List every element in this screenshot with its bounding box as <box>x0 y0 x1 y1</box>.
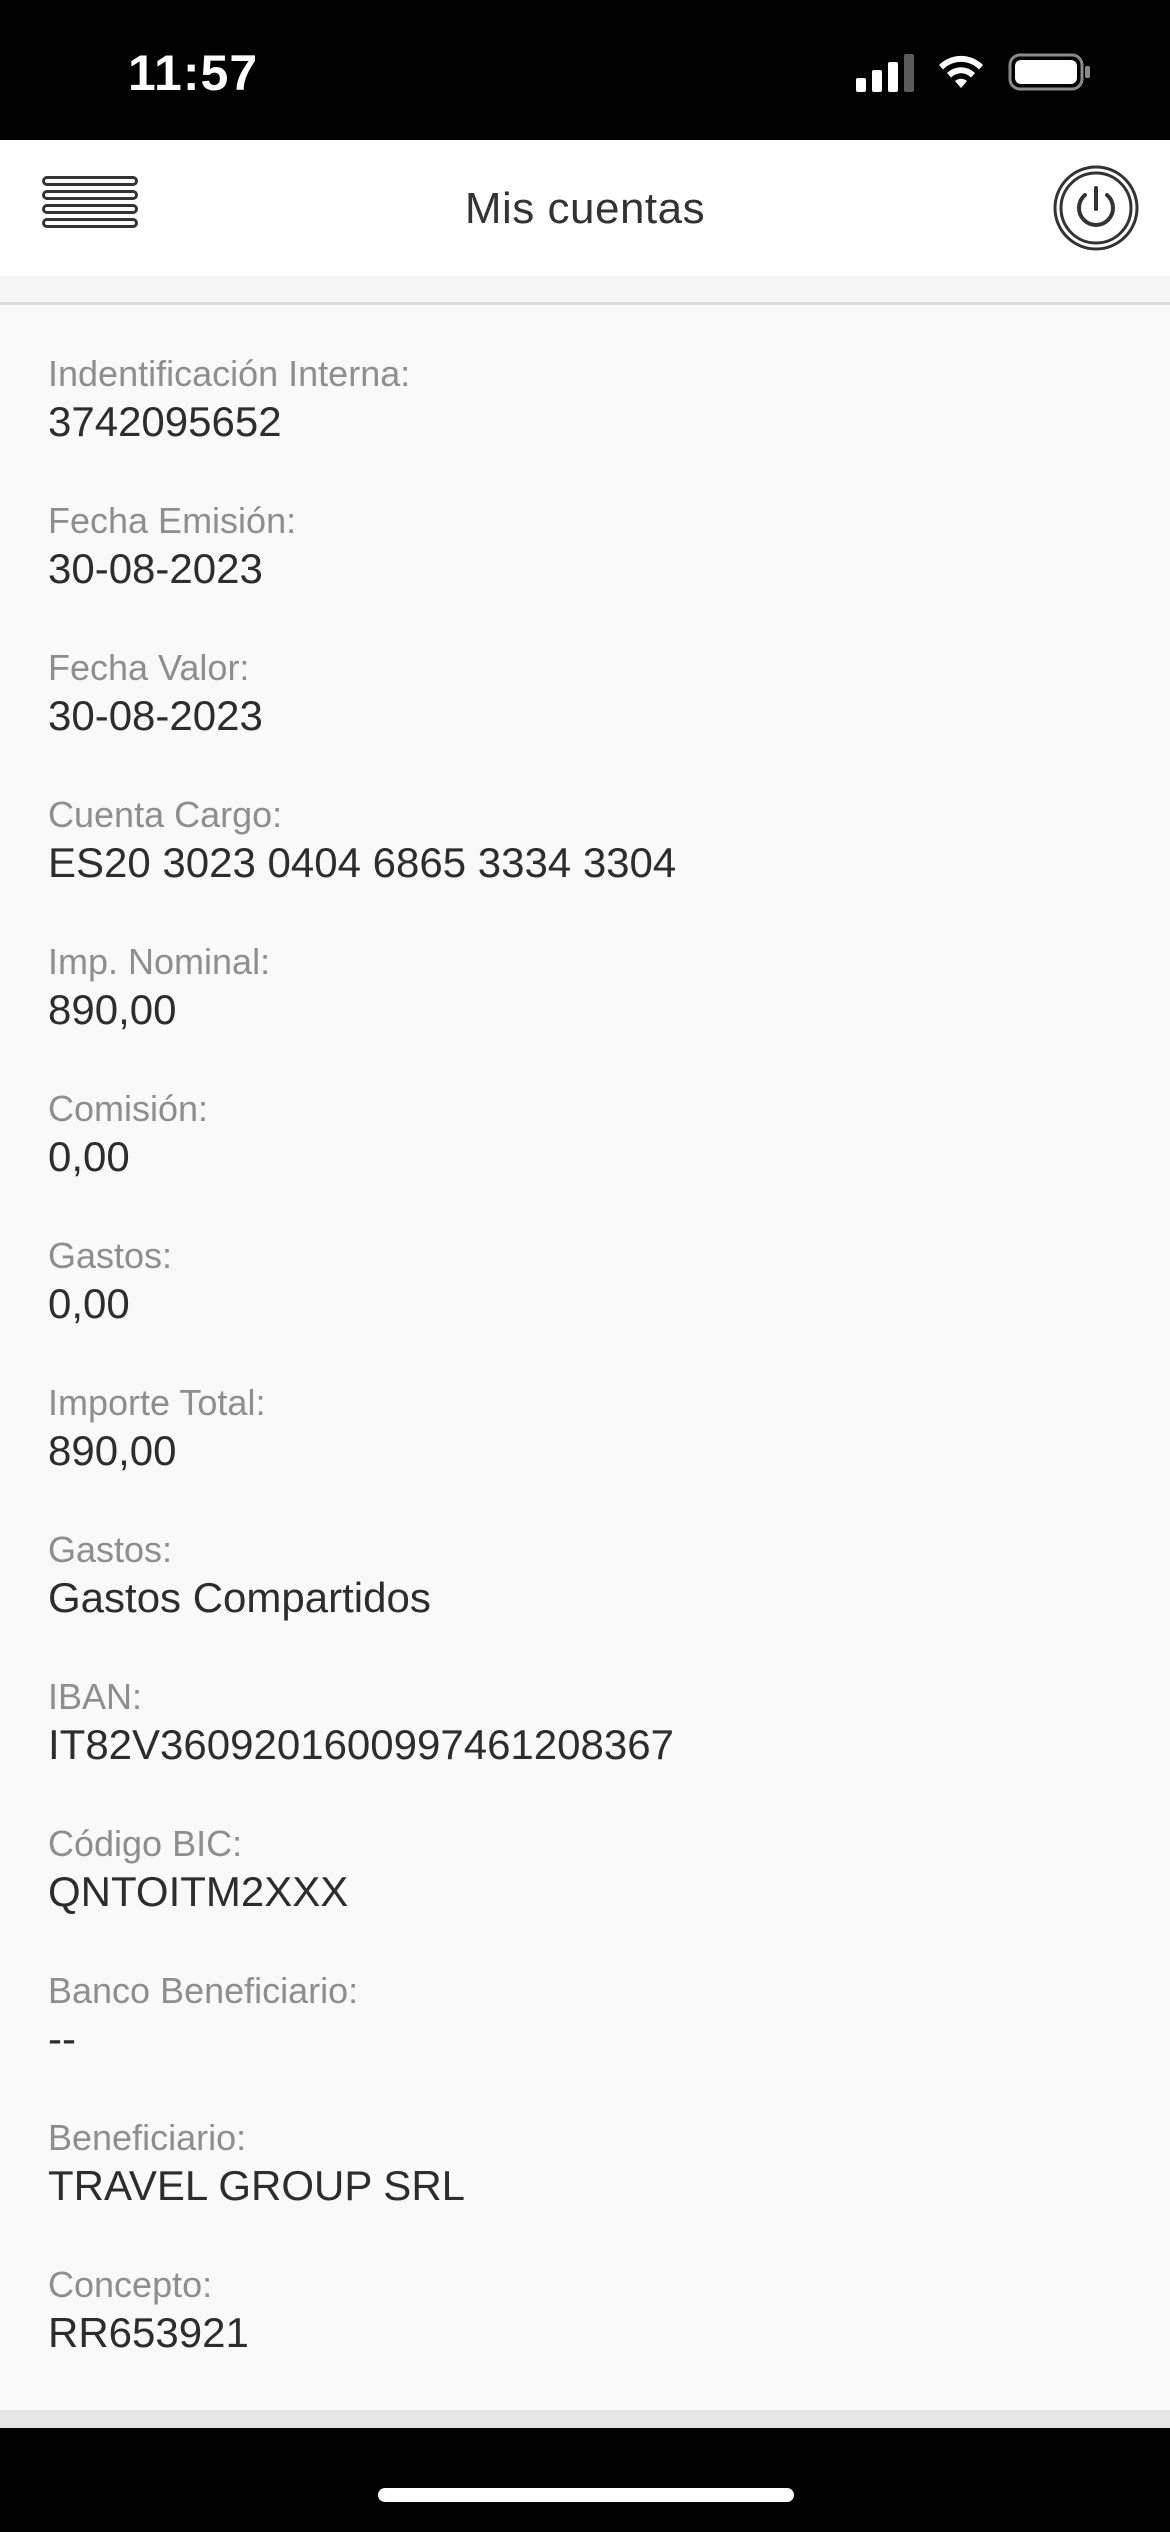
field-value: 890,00 <box>48 1427 177 1474</box>
field-internal-id: Indentificación Interna: 3742095652 <box>48 352 410 448</box>
status-time: 11:57 <box>128 45 259 101</box>
field-value-date: Fecha Valor: 30-08-2023 <box>48 646 263 742</box>
signal-icon <box>856 52 914 92</box>
field-value: 890,00 <box>48 986 177 1033</box>
page-title: Mis cuentas <box>464 184 706 233</box>
field-label: Banco Beneficiario: <box>48 1970 359 2011</box>
field-value: Gastos Compartidos <box>48 1574 431 1621</box>
field-value: RR653921 <box>48 2309 249 2356</box>
field-label: Gastos: <box>48 1235 173 1276</box>
field-value: TRAVEL GROUP SRL <box>48 2162 466 2209</box>
field-label: Gastos: <box>48 1529 173 1570</box>
home-indicator[interactable] <box>378 2488 794 2502</box>
field-beneficiary-bank: Banco Beneficiario: -- <box>48 1969 358 2065</box>
field-beneficiary: Beneficiario: TRAVEL GROUP SRL <box>48 2116 465 2212</box>
field-value: IT82V3609201600997461208367 <box>48 1721 674 1768</box>
field-value: 3742095652 <box>48 398 282 445</box>
field-label: Importe Total: <box>48 1382 266 1423</box>
field-value: 0,00 <box>48 1280 130 1327</box>
transfer-details: Indentificación Interna: 3742095652 Fech… <box>0 305 1170 2410</box>
field-iban: IBAN: IT82V3609201600997461208367 <box>48 1675 674 1771</box>
field-label: Fecha Emisión: <box>48 500 297 541</box>
field-commission: Comisión: 0,00 <box>48 1087 208 1183</box>
field-bic-code: Código BIC: QNTOITM2XXX <box>48 1822 348 1918</box>
field-label: Fecha Valor: <box>48 647 250 688</box>
field-nominal-amount: Imp. Nominal: 890,00 <box>48 940 270 1036</box>
field-issue-date: Fecha Emisión: 30-08-2023 <box>48 499 296 595</box>
header-divider <box>0 276 1170 305</box>
wifi-icon <box>939 55 983 88</box>
field-label: Cuenta Cargo: <box>48 794 283 835</box>
battery-icon <box>1008 53 1090 91</box>
power-icon[interactable] <box>1052 164 1140 252</box>
status-icons <box>856 52 1092 92</box>
field-value: -- <box>48 2015 76 2062</box>
content-bottom-divider <box>0 2410 1170 2428</box>
field-value: QNTOITM2XXX <box>48 1868 349 1915</box>
field-expenses-type: Gastos: Gastos Compartidos <box>48 1528 431 1624</box>
field-label: Comisión: <box>48 1088 209 1129</box>
field-value: ES20 3023 0404 6865 3334 3304 <box>48 839 677 886</box>
field-concept: Concepto: RR653921 <box>48 2263 249 2359</box>
home-area <box>0 2428 1170 2532</box>
field-value: 30-08-2023 <box>48 692 263 739</box>
field-total-amount: Importe Total: 890,00 <box>48 1381 265 1477</box>
field-value: 30-08-2023 <box>48 545 263 592</box>
field-value: 0,00 <box>48 1133 130 1180</box>
field-debit-account: Cuenta Cargo: ES20 3023 0404 6865 3334 3… <box>48 793 676 889</box>
field-label: Imp. Nominal: <box>48 941 271 982</box>
field-label: Concepto: <box>48 2264 213 2305</box>
field-label: IBAN: <box>48 1676 143 1717</box>
app-header: Mis cuentas <box>0 140 1170 279</box>
field-label: Beneficiario: <box>48 2117 247 2158</box>
field-label: Código BIC: <box>48 1823 243 1864</box>
field-label: Indentificación Interna: <box>48 353 411 394</box>
field-expenses: Gastos: 0,00 <box>48 1234 172 1330</box>
status-bar: 11:57 <box>0 0 1170 140</box>
